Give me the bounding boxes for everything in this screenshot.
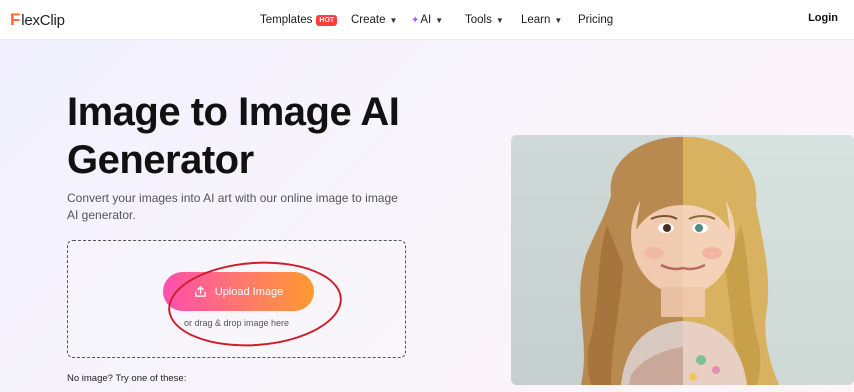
nav-ai-label: AI <box>420 14 432 26</box>
page-title-line2: Generator <box>67 138 254 182</box>
nav-pricing[interactable]: Pricing <box>578 12 613 28</box>
nav-tools-label: Tools <box>465 14 492 26</box>
nav-pricing-label: Pricing <box>578 14 614 26</box>
sample-images-label: No image? Try one of these: <box>67 373 187 384</box>
nav-templates[interactable]: Templates HOT <box>260 12 338 28</box>
page-title: Image to Image AI Generator <box>67 88 467 184</box>
hero-description: Convert your images into AI art with our… <box>67 191 398 222</box>
chevron-down-icon: ▼ <box>389 15 398 25</box>
nav-tools[interactable]: Tools ▼ <box>465 12 504 28</box>
nav-learn[interactable]: Learn ▼ <box>521 12 562 28</box>
chevron-down-icon: ▼ <box>495 15 504 25</box>
nav-ai[interactable]: ✦ AI ▼ <box>411 12 443 28</box>
top-navbar: F lexClip Templates HOT Create ▼ ✦ AI ▼ … <box>0 0 854 40</box>
logo-initial: F <box>10 10 21 29</box>
nav-create-label: Create <box>351 14 386 26</box>
nav-create[interactable]: Create ▼ <box>351 12 397 28</box>
nav-templates-label: Templates <box>260 14 313 26</box>
login-link[interactable]: Login <box>808 12 838 24</box>
sparkle-icon: ✦ <box>411 14 420 26</box>
chevron-down-icon: ▼ <box>554 15 563 25</box>
hot-badge: HOT <box>316 14 338 26</box>
chevron-down-icon: ▼ <box>435 15 444 25</box>
nav-learn-label: Learn <box>521 14 551 26</box>
page-title-line1: Image to Image AI <box>67 90 400 134</box>
flexclip-logo[interactable]: F lexClip <box>10 9 65 31</box>
hero-before-after-image <box>511 135 854 385</box>
logo-text: lexClip <box>21 11 65 29</box>
girl-portrait-illustration <box>511 135 854 385</box>
